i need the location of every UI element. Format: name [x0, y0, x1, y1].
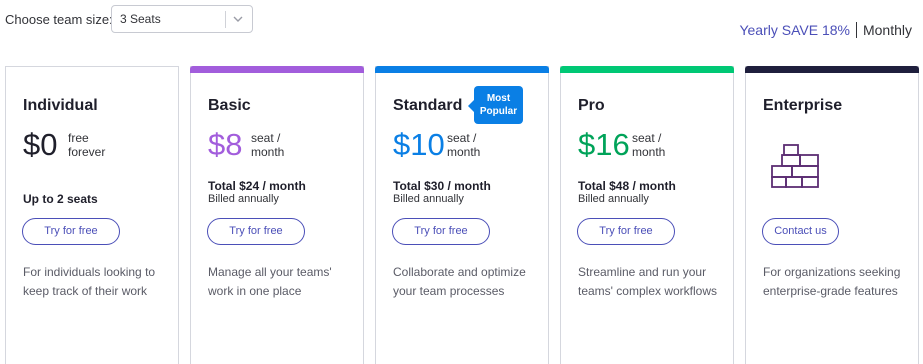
plan-price: $16 — [578, 127, 630, 162]
most-popular-badge: Most Popular — [468, 86, 523, 124]
plan-description: For individuals looking to keep track of… — [23, 265, 156, 298]
team-size-value: 3 Seats — [120, 12, 161, 26]
plan-name: Enterprise — [763, 97, 843, 114]
plan-name: Pro — [578, 97, 605, 114]
unit-line-2: month — [632, 145, 666, 159]
yearly-option[interactable]: Yearly SAVE 18% — [739, 22, 850, 38]
plan-billed: Billed annually — [578, 193, 649, 205]
plan-total: Total $30 / month — [393, 179, 491, 193]
plan-total: Total $24 / month — [208, 179, 306, 193]
plan-price: $10 — [393, 127, 445, 162]
unit-line-2: month — [251, 145, 285, 159]
plan-color-bar — [375, 66, 549, 73]
chevron-down-icon — [233, 16, 243, 22]
plan-name: Standard — [393, 97, 463, 114]
plan-price: $8 — [208, 127, 243, 162]
unit-line-1: seat / — [447, 131, 477, 145]
try-for-free-button[interactable]: Try for free — [577, 218, 675, 245]
plan-color-bar — [560, 66, 734, 73]
plan-total: Total $48 / month — [578, 179, 676, 193]
unit-line-1: seat / — [251, 131, 281, 145]
plan-card-enterprise: Enterprise Contact us For organizations … — [745, 66, 919, 364]
plan-price-unit: seat / month — [251, 131, 284, 159]
try-for-free-button[interactable]: Try for free — [22, 218, 120, 245]
plan-billed: Billed annually — [208, 193, 279, 205]
plan-card-standard: Standard Most Popular $10 seat / month T… — [375, 66, 549, 364]
select-divider — [225, 11, 226, 28]
plan-price-unit: free forever — [68, 131, 105, 159]
plan-seats: Up to 2 seats — [23, 192, 98, 206]
plan-card-basic: Basic $8 seat / month Total $24 / month … — [190, 66, 364, 364]
plan-name: Basic — [208, 97, 251, 114]
plan-description: Streamline and run your teams' complex w… — [578, 265, 717, 298]
plan-billed: Billed annually — [393, 193, 464, 205]
unit-line-1: free — [68, 131, 89, 145]
plan-price-unit: seat / month — [632, 131, 665, 159]
plan-card-individual: Individual $0 free forever Up to 2 seats… — [5, 66, 179, 364]
billing-separator — [855, 22, 857, 38]
contact-us-button[interactable]: Contact us — [762, 218, 839, 245]
plan-description: Manage all your teams' work in one place — [208, 265, 332, 298]
monthly-option[interactable]: Monthly — [863, 22, 912, 38]
billing-toggle: Yearly SAVE 18% Monthly — [739, 22, 912, 38]
plan-description: Collaborate and optimize your team proce… — [393, 265, 526, 298]
try-for-free-button[interactable]: Try for free — [392, 218, 490, 245]
building-blocks-icon — [771, 144, 819, 188]
plan-name: Individual — [23, 97, 98, 114]
plan-price: $0 — [23, 127, 58, 162]
plan-color-bar — [745, 66, 919, 73]
team-size-label: Choose team size: — [5, 12, 113, 27]
unit-line-2: forever — [68, 145, 106, 159]
top-bar: Choose team size: 3 Seats Yearly SAVE 18… — [0, 0, 923, 60]
plan-color-bar — [190, 66, 364, 73]
badge-notch — [468, 100, 474, 112]
plan-card-pro: Pro $16 seat / month Total $48 / month B… — [560, 66, 734, 364]
unit-line-1: seat / — [632, 131, 662, 145]
team-size-select[interactable]: 3 Seats — [111, 5, 253, 33]
try-for-free-button[interactable]: Try for free — [207, 218, 305, 245]
plan-price-unit: seat / month — [447, 131, 480, 159]
unit-line-2: month — [447, 145, 481, 159]
badge-label: Most Popular — [479, 93, 518, 117]
plan-description: For organizations seeking enterprise-gra… — [763, 265, 901, 298]
